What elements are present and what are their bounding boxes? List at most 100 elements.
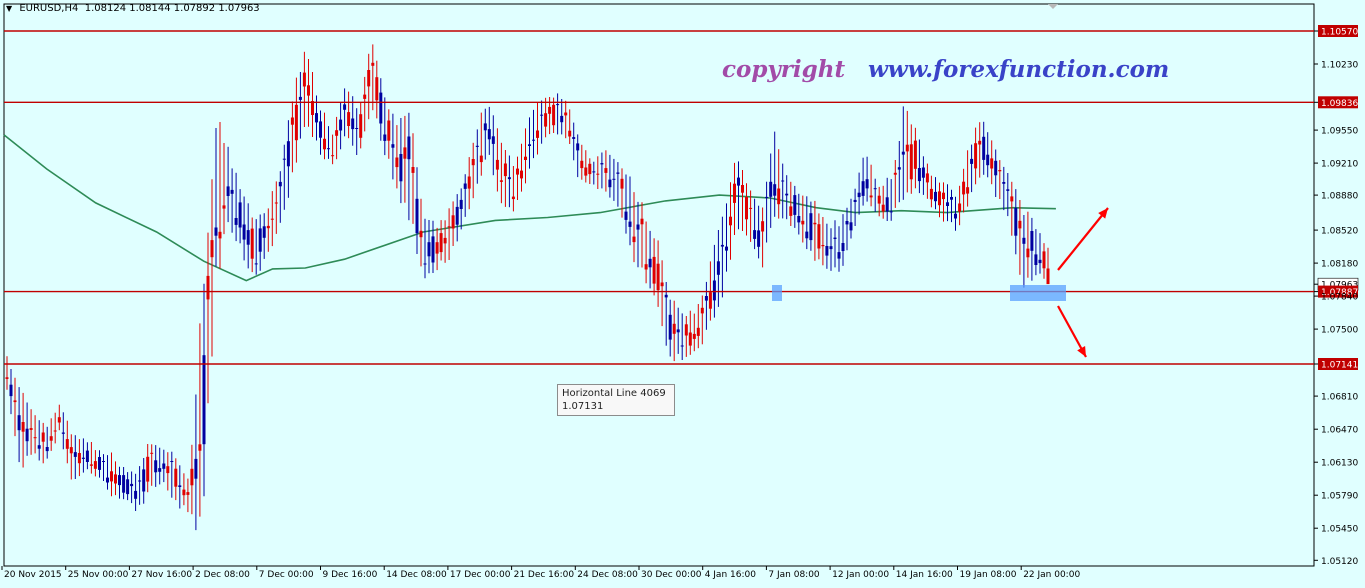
y-tick-label: 1.09836 bbox=[1321, 99, 1358, 109]
x-tick-label: 20 Nov 2015 bbox=[4, 570, 62, 580]
candle-body bbox=[339, 119, 343, 131]
candle-body bbox=[725, 246, 728, 251]
candle-body bbox=[837, 252, 841, 259]
candle-body bbox=[749, 207, 753, 209]
candle-body bbox=[282, 158, 286, 160]
candle-body bbox=[315, 113, 318, 123]
candle-body bbox=[170, 461, 174, 462]
candle-body bbox=[130, 483, 134, 487]
candle-body bbox=[696, 327, 700, 336]
candle-body bbox=[849, 222, 853, 231]
candle-body bbox=[938, 191, 941, 206]
candle-body bbox=[720, 244, 724, 247]
candle-body bbox=[572, 137, 576, 139]
y-tick: 1.07500 bbox=[1314, 326, 1358, 336]
candle-body bbox=[367, 70, 371, 87]
candle-body bbox=[889, 211, 893, 213]
candle-body bbox=[106, 477, 109, 483]
candle-body bbox=[379, 92, 383, 124]
candle-body bbox=[781, 180, 785, 182]
candle-body bbox=[576, 143, 580, 151]
candle-body bbox=[150, 452, 154, 454]
candle-body bbox=[544, 113, 548, 127]
candle-body bbox=[946, 202, 949, 206]
candle-body bbox=[516, 168, 519, 175]
candle-body bbox=[262, 226, 266, 238]
price-chart[interactable]: 1.10570 1.10230 1.09836 1.09550 1.09210 1.088… bbox=[0, 0, 1365, 588]
x-tick-label: 9 Dec 16:00 bbox=[323, 570, 378, 580]
candle-body bbox=[214, 227, 218, 236]
candle-body bbox=[73, 452, 77, 457]
tooltip-title: Horizontal Line 4069 bbox=[562, 388, 666, 399]
candle-body bbox=[913, 140, 917, 169]
candle-body bbox=[596, 173, 600, 175]
candle-body bbox=[503, 163, 507, 177]
candle-body bbox=[958, 203, 962, 212]
candle-body bbox=[857, 192, 861, 198]
x-tick-label: 30 Dec 00:00 bbox=[641, 570, 702, 580]
candle-body bbox=[865, 179, 869, 189]
candle-body bbox=[881, 204, 885, 212]
candle-body bbox=[789, 206, 793, 216]
candle-body bbox=[77, 453, 81, 464]
candle-body bbox=[692, 333, 696, 339]
candle-body bbox=[134, 490, 138, 499]
y-tick-label: 1.10570 bbox=[1321, 28, 1358, 38]
candle-body bbox=[548, 106, 552, 114]
candle-body bbox=[37, 445, 41, 449]
watermark-copyright: copyright bbox=[722, 56, 846, 83]
candle-body bbox=[238, 202, 242, 228]
y-tick-label: 1.07840 bbox=[1321, 293, 1358, 303]
candle-body bbox=[853, 199, 857, 202]
x-tick-label: 7 Dec 00:00 bbox=[259, 570, 314, 580]
candle-body bbox=[564, 112, 568, 116]
candle-body bbox=[25, 428, 29, 442]
x-tick-label: 7 Jan 08:00 bbox=[768, 570, 820, 580]
candle-body bbox=[53, 430, 57, 432]
candle-body bbox=[258, 228, 262, 252]
candle-body bbox=[733, 183, 736, 203]
candle-body bbox=[893, 172, 897, 175]
candle-body bbox=[110, 471, 113, 482]
candle-body bbox=[270, 218, 274, 220]
candle-body bbox=[41, 432, 45, 442]
candle-body bbox=[1042, 251, 1046, 269]
dropdown-triangle-icon[interactable]: ▼ bbox=[6, 4, 12, 13]
y-tick: 1.09210 bbox=[1314, 160, 1358, 170]
candle-body bbox=[962, 181, 966, 195]
candle-body bbox=[294, 104, 298, 141]
candle-body bbox=[423, 263, 427, 265]
y-tick-label: 1.06130 bbox=[1321, 459, 1358, 469]
zone-highlight bbox=[772, 285, 782, 301]
candle-body bbox=[118, 475, 121, 486]
y-tick: 1.06130 bbox=[1314, 459, 1358, 469]
candle-body bbox=[1022, 237, 1026, 244]
candle-body bbox=[162, 463, 166, 469]
candle-body bbox=[716, 261, 720, 275]
candle-body bbox=[821, 245, 825, 247]
candle-body bbox=[371, 62, 375, 66]
y-tick-label: 1.09550 bbox=[1321, 127, 1358, 137]
candle-body bbox=[761, 221, 765, 232]
candle-body bbox=[459, 199, 463, 209]
candle-body bbox=[451, 215, 455, 229]
y-tick: 1.07141 bbox=[1314, 358, 1358, 371]
candle-body bbox=[455, 206, 459, 225]
candle-body bbox=[483, 123, 487, 131]
tooltip-value: 1.07131 bbox=[562, 401, 604, 412]
candle-body bbox=[934, 191, 937, 202]
candle-body bbox=[777, 188, 781, 205]
candle-body bbox=[178, 485, 182, 487]
y-tick-label: 1.06470 bbox=[1321, 426, 1358, 436]
candle-body bbox=[246, 230, 250, 245]
candle-body bbox=[463, 183, 467, 189]
candle-body bbox=[21, 422, 25, 432]
candle-body bbox=[1030, 231, 1034, 251]
candle-body bbox=[102, 461, 105, 462]
candle-body bbox=[13, 400, 17, 403]
candle-body bbox=[540, 114, 544, 116]
candle-body bbox=[427, 242, 431, 257]
candle-body bbox=[873, 188, 877, 190]
candle-body bbox=[29, 428, 33, 430]
y-tick: 1.10570 bbox=[1314, 25, 1358, 38]
